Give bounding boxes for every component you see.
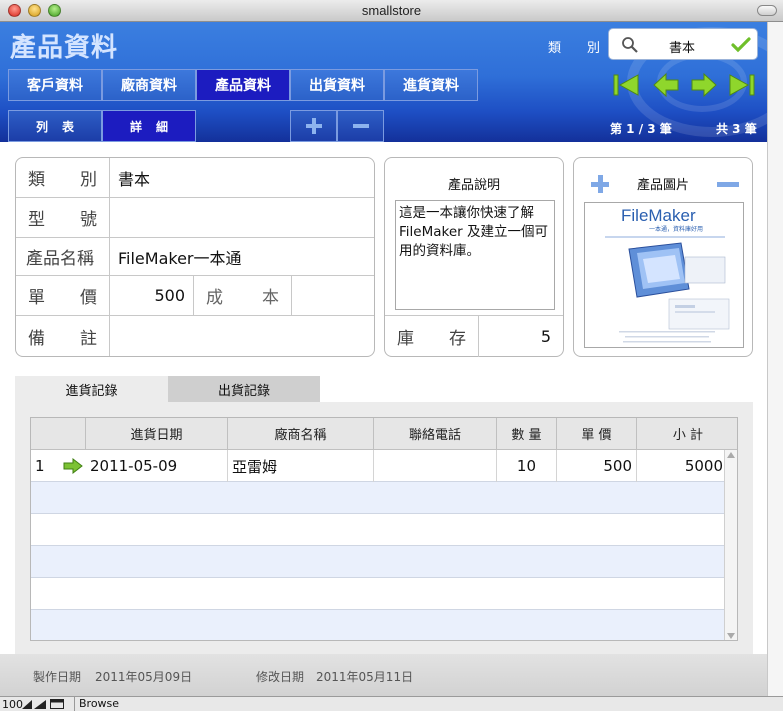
plus-icon (305, 118, 322, 134)
category-row: 類別 書本 (16, 158, 374, 198)
table-row-empty[interactable] (31, 610, 726, 640)
go-to-record-arrow-icon[interactable] (63, 458, 83, 474)
tab-shipment-records[interactable]: 出貨記錄 (168, 376, 320, 402)
zoom-level[interactable]: 100 (2, 698, 23, 711)
record-position: 第 1 / 3 筆 (610, 122, 672, 136)
stock-row: 庫存 5 (385, 315, 563, 357)
mode-indicator[interactable]: Browse (74, 697, 123, 711)
tab-list-view[interactable]: 列表 (8, 110, 102, 142)
purchase-records-portal: 進貨日期 廠商名稱 聯絡電話 數 量 單 價 小 計 1 2011-05-09 … (30, 417, 738, 641)
stock-label: 庫存 (385, 316, 479, 357)
row-subtotal[interactable]: 5000 (637, 450, 726, 482)
layout-header: 產品資料 類 別 書本 客戶資料 廠商資料 產品資料 出貨資料 進貨資料 列表 (0, 22, 767, 142)
scroll-down-icon[interactable] (727, 633, 735, 639)
category-search-field[interactable]: 書本 (608, 28, 758, 60)
table-row-empty[interactable] (31, 482, 726, 514)
row-phone[interactable] (374, 450, 497, 482)
note-label: 備註 (16, 316, 110, 356)
model-row: 型號 (16, 198, 374, 238)
portal-header-date: 進貨日期 (86, 418, 228, 450)
tab-detail-view[interactable]: 詳細 (102, 110, 196, 142)
stock-field[interactable]: 5 (541, 316, 551, 357)
add-record-button[interactable] (290, 110, 337, 142)
portal-header-phone: 聯絡電話 (374, 418, 497, 450)
row-vendor[interactable]: 亞雷姆 (228, 450, 374, 482)
cost-field[interactable] (296, 276, 372, 315)
tab-shipments[interactable]: 出貨資料 (290, 69, 384, 101)
layout-footer: 製作日期 2011年05月09日 修改日期 2011年05月11日 (0, 654, 767, 696)
toolbar-toggle-button[interactable] (757, 5, 777, 16)
minus-icon (352, 124, 369, 128)
page-title: 產品資料 (10, 33, 119, 63)
created-date-label: 製作日期 (33, 670, 82, 684)
category-label: 類別 (16, 158, 110, 197)
name-label: 產品名稱 (16, 238, 110, 275)
table-row[interactable]: 1 2011-05-09 亞雷姆 10 500 5000 (31, 450, 726, 482)
portal-header-price: 單 價 (557, 418, 637, 450)
zoom-in-icon[interactable] (34, 700, 46, 709)
table-row-empty[interactable] (31, 546, 726, 578)
next-record-icon[interactable] (690, 72, 718, 98)
cost-label: 成本 (194, 276, 292, 315)
table-row-empty[interactable] (31, 514, 726, 546)
modified-date-label: 修改日期 (256, 670, 305, 684)
checkmark-icon[interactable] (731, 36, 751, 54)
price-label: 單價 (16, 276, 110, 315)
portal-header-subtotal: 小 計 (637, 418, 737, 450)
module-tabs: 客戶資料 廠商資料 產品資料 出貨資料 進貨資料 (8, 69, 478, 101)
status-bar: 100 Browse (0, 696, 783, 711)
last-record-icon[interactable] (728, 72, 756, 98)
created-date-value: 2011年05月09日 (95, 670, 193, 684)
search-icon (622, 37, 638, 53)
description-field[interactable]: 這是一本讓你快速了解 FileMaker 及建立一個可用的資料庫。 (395, 200, 555, 310)
description-panel: 產品說明 這是一本讓你快速了解 FileMaker 及建立一個可用的資料庫。 庫… (384, 157, 564, 357)
model-label: 型號 (16, 198, 110, 237)
zoom-out-icon[interactable] (22, 700, 32, 709)
first-record-icon[interactable] (612, 72, 640, 98)
status-toolbar-toggle-icon[interactable] (50, 699, 64, 709)
tab-purchase-records[interactable]: 進貨記錄 (15, 376, 168, 402)
book-cover-image: FileMaker 一本通，資料庫好用 (585, 203, 743, 347)
tab-products[interactable]: 產品資料 (196, 69, 290, 101)
search-value: 書本 (669, 41, 696, 56)
category-field[interactable]: 書本 (118, 158, 150, 197)
view-tabs: 列表 詳細 (8, 110, 384, 142)
portal-header-index (31, 418, 86, 450)
note-row: 備註 (16, 316, 374, 356)
record-total: 共 3 筆 (716, 122, 757, 136)
scroll-up-icon[interactable] (727, 452, 735, 458)
previous-record-icon[interactable] (652, 72, 680, 98)
tab-purchases[interactable]: 進貨資料 (384, 69, 478, 101)
portal-header-qty: 數 量 (497, 418, 557, 450)
tab-vendors[interactable]: 廠商資料 (102, 69, 196, 101)
product-image-container[interactable]: FileMaker 一本通，資料庫好用 (584, 202, 744, 348)
price-cost-row: 單價 500 成本 (16, 276, 374, 316)
book-cover-subtitle: 一本通，資料庫好用 (649, 225, 703, 233)
model-field[interactable] (118, 198, 368, 237)
row-qty[interactable]: 10 (497, 450, 557, 482)
name-row: 產品名稱 FileMaker一本通 (16, 238, 374, 276)
window-scrollbar[interactable] (767, 22, 783, 696)
table-row-empty[interactable] (31, 578, 726, 610)
portal-header-vendor: 廠商名稱 (228, 418, 374, 450)
product-image-panel: 產品圖片 FileMaker 一本通，資料庫好用 (573, 157, 753, 357)
row-date[interactable]: 2011-05-09 (86, 450, 228, 482)
tab-customers[interactable]: 客戶資料 (8, 69, 102, 101)
row-price[interactable]: 500 (557, 450, 637, 482)
delete-record-button[interactable] (337, 110, 384, 142)
description-title: 產品說明 (447, 178, 500, 193)
price-field[interactable]: 500 (110, 276, 194, 315)
modified-date-value: 2011年05月11日 (316, 670, 414, 684)
note-field[interactable] (118, 316, 368, 356)
portal-scrollbar[interactable] (724, 450, 737, 640)
window-title: smallstore (361, 3, 422, 18)
name-field[interactable]: FileMaker一本通 (118, 238, 242, 275)
window-titlebar: smallstore (0, 0, 783, 22)
remove-image-icon[interactable] (716, 174, 740, 194)
book-cover-title: FileMaker (621, 206, 696, 225)
category-filter-label: 類 別 (548, 41, 600, 56)
product-form-panel: 類別 書本 型號 產品名稱 FileMaker一本通 單價 500 成本 備註 (15, 157, 375, 357)
